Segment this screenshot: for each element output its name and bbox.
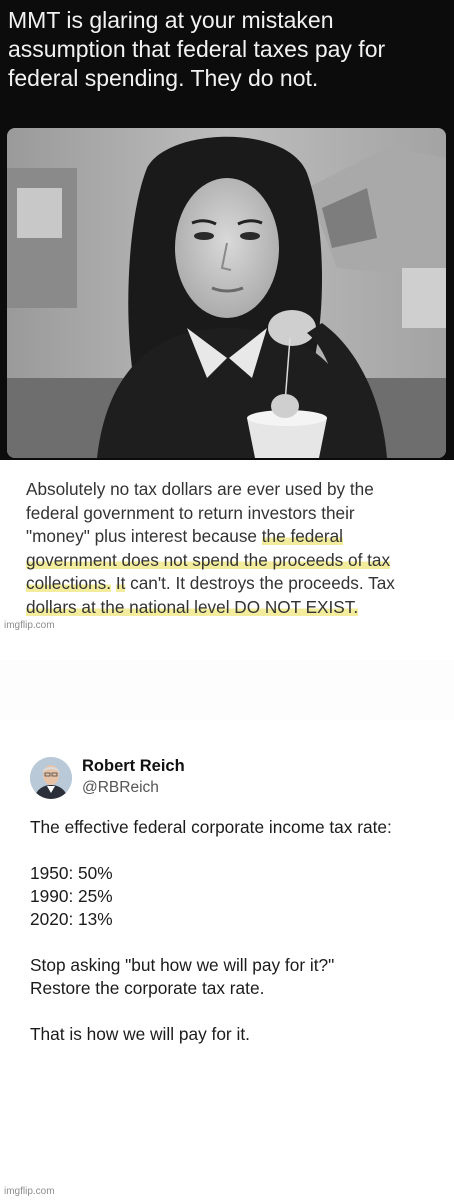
tweet-line: Restore the corporate tax rate.: [30, 978, 265, 998]
tweet-spacer: [30, 839, 430, 862]
quote-panel: Absolutely no tax dollars are ever used …: [0, 460, 454, 660]
author-handle[interactable]: @RBReich: [82, 779, 159, 797]
tweet-line: 1950: 50%: [30, 863, 113, 883]
tweet-spacer: [30, 1000, 430, 1023]
meme-caption: MMT is glaring at your mistaken assumpti…: [8, 7, 386, 91]
quote-highlight-2: It: [115, 573, 126, 593]
tweet-line: 1990: 25%: [30, 886, 113, 906]
tweet-line: That is how we will pay for it.: [30, 1024, 250, 1044]
imgflip-watermark-bottom: imgflip.com: [4, 1186, 55, 1197]
meme-photo: [7, 128, 446, 458]
panel-divider: [0, 660, 454, 720]
tweet-spacer: [30, 931, 430, 954]
avatar[interactable]: [30, 757, 72, 799]
author-name[interactable]: Robert Reich: [82, 757, 185, 776]
imgflip-watermark-top: imgflip.com: [4, 620, 55, 631]
quote-text: Absolutely no tax dollars are ever used …: [26, 478, 421, 619]
quote-highlight-3: dollars at the national level DO NOT EXI…: [26, 596, 359, 617]
tweet-body: The effective federal corporate income t…: [30, 816, 430, 1046]
tweet-line: The effective federal corporate income t…: [30, 817, 392, 837]
tweet-card: Robert Reich @RBReich The effective fede…: [14, 720, 440, 1110]
tweet-line: 2020: 13%: [30, 909, 113, 929]
meme-panel: MMT is glaring at your mistaken assumpti…: [0, 0, 454, 460]
tweet-line: Stop asking "but how we will pay for it?…: [30, 955, 335, 975]
quote-part-3: can't. It destroys the proceeds. Tax: [125, 573, 395, 593]
